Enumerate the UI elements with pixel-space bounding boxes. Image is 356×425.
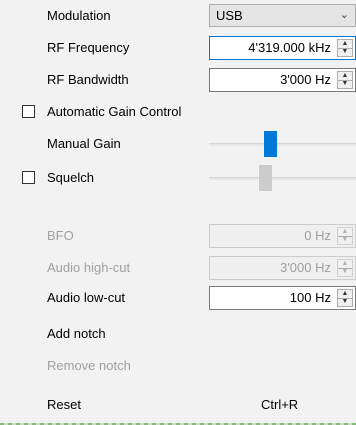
reset-label[interactable]: Reset	[47, 389, 81, 421]
manual-gain-row: Manual Gain	[0, 128, 356, 160]
menu-item-add-notch[interactable]: Add notch	[0, 318, 356, 350]
rf-bandwidth-spin-buttons: ▲ ▼	[337, 71, 353, 89]
reset-shortcut: Ctrl+R	[261, 397, 299, 412]
bfo-row: BFO 0 Hz ▲ ▼	[0, 220, 356, 252]
audio-high-cut-spinbox: 3'000 Hz ▲ ▼	[209, 256, 356, 280]
demod-settings-panel: Modulation USB ⌄ RF Frequency 4'319.000 …	[0, 0, 356, 425]
caret-up-icon: ▲	[341, 228, 349, 235]
chevron-down-icon: ⌄	[339, 9, 349, 21]
audio-low-cut-value: 100 Hz	[289, 290, 331, 305]
menu-item-reset[interactable]: Reset Ctrl+R	[0, 389, 356, 421]
agc-label[interactable]: Automatic Gain Control	[47, 96, 181, 128]
rf-frequency-label: RF Frequency	[47, 40, 130, 55]
audio-low-cut-spinbox[interactable]: 100 Hz ▲ ▼	[209, 286, 356, 310]
bfo-spin-buttons: ▲ ▼	[337, 227, 353, 245]
rf-frequency-spin-buttons: ▲ ▼	[337, 39, 353, 57]
modulation-selected-value: USB	[216, 8, 243, 23]
caret-down-icon[interactable]: ▼	[338, 48, 352, 56]
modulation-row: Modulation USB ⌄	[0, 0, 356, 32]
manual-gain-label: Manual Gain	[47, 136, 121, 151]
audio-low-cut-row: Audio low-cut 100 Hz ▲ ▼	[0, 282, 356, 314]
modulation-label: Modulation	[47, 8, 111, 23]
audio-low-cut-spin-buttons: ▲ ▼	[337, 289, 353, 307]
squelch-row: Squelch	[0, 162, 356, 194]
audio-low-cut-label: Audio low-cut	[47, 290, 126, 305]
rf-frequency-row: RF Frequency 4'319.000 kHz ▲ ▼	[0, 32, 356, 64]
caret-up-icon[interactable]: ▲	[338, 290, 352, 298]
add-notch-label[interactable]: Add notch	[47, 318, 106, 350]
caret-down-icon[interactable]: ▼	[338, 298, 352, 306]
caret-up-icon: ▲	[341, 260, 349, 267]
rf-bandwidth-spinbox[interactable]: 3'000 Hz ▲ ▼	[209, 68, 356, 92]
bfo-value: 0 Hz	[304, 228, 331, 243]
rf-bandwidth-value: 3'000 Hz	[280, 72, 331, 87]
rf-frequency-value: 4'319.000 kHz	[248, 40, 331, 55]
audio-high-cut-row: Audio high-cut 3'000 Hz ▲ ▼	[0, 252, 356, 284]
squelch-label[interactable]: Squelch	[47, 162, 94, 194]
rf-frequency-spinbox[interactable]: 4'319.000 kHz ▲ ▼	[209, 36, 356, 60]
caret-down-icon: ▼	[341, 236, 349, 243]
bfo-label: BFO	[47, 228, 74, 243]
manual-gain-slider-thumb[interactable]	[264, 131, 277, 157]
modulation-select[interactable]: USB ⌄	[209, 4, 356, 27]
squelch-slider-thumb	[259, 165, 272, 191]
squelch-slider-track	[209, 177, 356, 180]
remove-notch-label: Remove notch	[47, 358, 131, 373]
caret-up-icon[interactable]: ▲	[338, 72, 352, 80]
squelch-checkbox[interactable]	[22, 171, 35, 184]
caret-up-icon[interactable]: ▲	[338, 40, 352, 48]
audio-high-cut-value: 3'000 Hz	[280, 260, 331, 275]
agc-row[interactable]: Automatic Gain Control	[0, 96, 356, 128]
rf-bandwidth-label: RF Bandwidth	[47, 72, 129, 87]
audio-high-cut-label: Audio high-cut	[47, 260, 131, 275]
audio-high-cut-spin-buttons: ▲ ▼	[337, 259, 353, 277]
rf-bandwidth-row: RF Bandwidth 3'000 Hz ▲ ▼	[0, 64, 356, 96]
manual-gain-slider-track[interactable]	[209, 143, 356, 146]
agc-checkbox[interactable]	[22, 105, 35, 118]
menu-item-remove-notch: Remove notch	[0, 350, 356, 382]
caret-down-icon: ▼	[341, 268, 349, 275]
caret-down-icon[interactable]: ▼	[338, 80, 352, 88]
bfo-spinbox: 0 Hz ▲ ▼	[209, 224, 356, 248]
